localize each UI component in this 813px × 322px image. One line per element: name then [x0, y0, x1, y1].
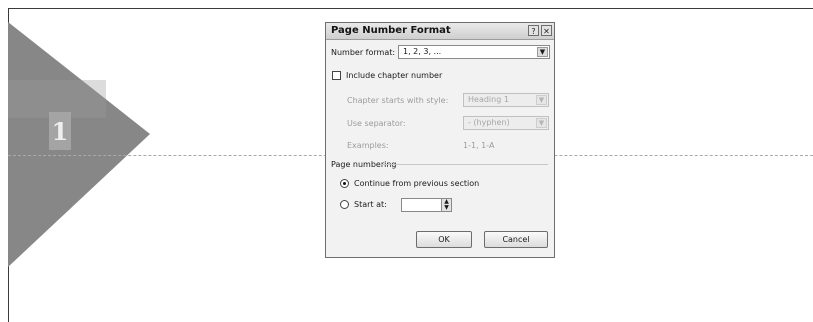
start-at-radio[interactable] [340, 200, 349, 209]
page-number-field[interactable]: 1 [49, 112, 71, 150]
chevron-down-icon[interactable]: ▼ [536, 95, 547, 105]
chevron-down-icon[interactable]: ▼ [536, 118, 547, 128]
cancel-button[interactable]: Cancel [484, 231, 548, 248]
separator-value: - (hyphen) [468, 118, 510, 127]
chevron-down-icon[interactable]: ▼ [537, 47, 548, 57]
ok-button[interactable]: OK [416, 231, 472, 248]
start-at-label: Start at: [354, 200, 387, 209]
continue-radio[interactable] [340, 179, 349, 188]
include-chapter-label: Include chapter number [346, 71, 443, 80]
chapter-style-select[interactable]: Heading 1 ▼ [463, 93, 549, 107]
number-format-select[interactable]: 1, 2, 3, ... ▼ [398, 45, 550, 59]
chapter-style-value: Heading 1 [468, 95, 509, 104]
continue-label: Continue from previous section [354, 179, 480, 188]
help-icon[interactable]: ? [528, 25, 539, 36]
include-chapter-checkbox[interactable] [332, 71, 341, 80]
separator-select[interactable]: - (hyphen) ▼ [463, 116, 549, 130]
use-separator-label: Use separator: [347, 119, 406, 128]
spinner-icon[interactable]: ▲ ▼ [441, 198, 452, 212]
number-format-label: Number format: [331, 48, 396, 57]
page-number-format-dialog: Page Number Format ? ✕ Number format: 1,… [325, 22, 555, 258]
close-icon[interactable]: ✕ [541, 25, 552, 36]
examples-label: Examples: [347, 141, 389, 150]
group-divider [380, 164, 548, 165]
dialog-title: Page Number Format [331, 25, 451, 36]
page-corner-triangle [8, 22, 150, 267]
examples-value: 1-1, 1-A [463, 141, 495, 150]
number-format-value: 1, 2, 3, ... [403, 47, 442, 56]
dialog-titlebar[interactable]: Page Number Format ? ✕ [326, 23, 554, 40]
chapter-starts-label: Chapter starts with style: [347, 96, 449, 105]
start-at-input[interactable] [401, 198, 442, 212]
